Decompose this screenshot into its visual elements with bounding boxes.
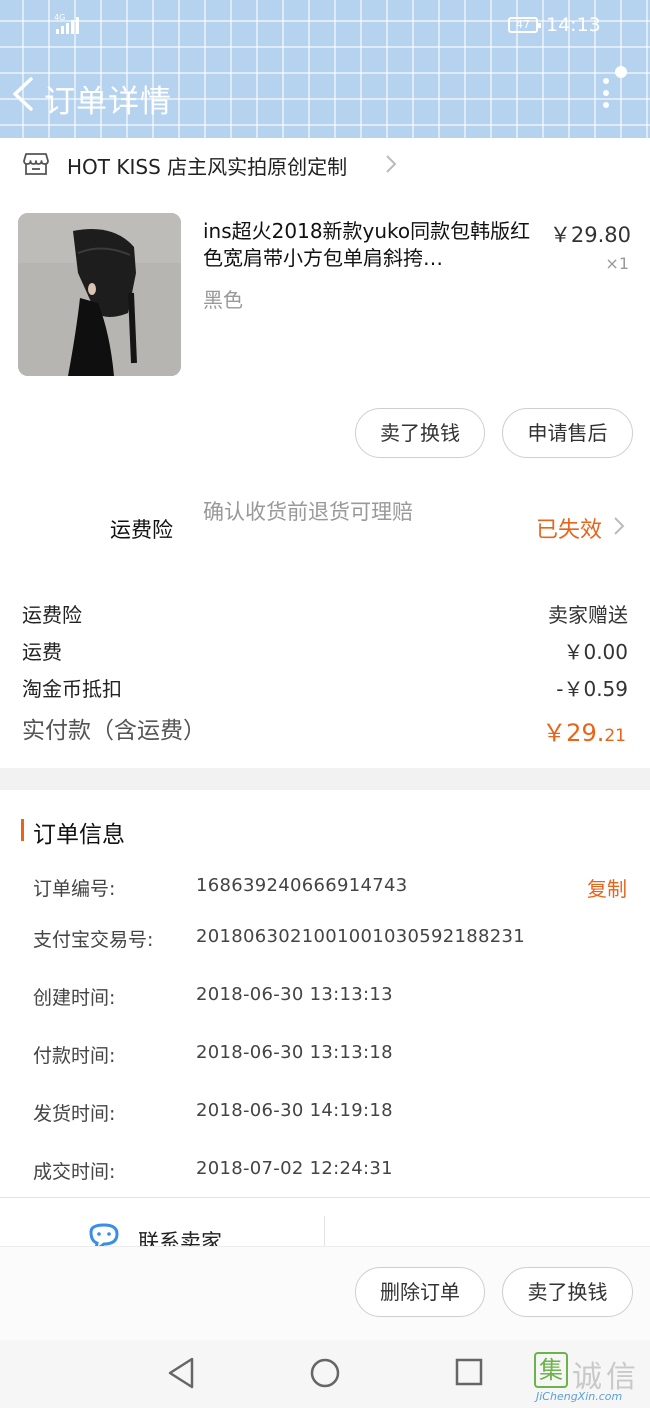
fee-value: -￥0.59	[556, 677, 628, 701]
fee-value: 卖家赠送	[548, 603, 628, 627]
product-sku: 黑色	[203, 288, 243, 312]
total-int: ￥29.	[542, 719, 605, 747]
delete-order-button[interactable]: 删除订单	[355, 1267, 485, 1317]
watermark-logo: 集 诚信 JiChengXin.com	[532, 1348, 648, 1404]
fee-row: 运费险 卖家赠送	[22, 599, 628, 629]
store-icon	[23, 153, 49, 175]
order-info-row: 发货时间: 2018-06-30 14:19:18	[33, 1099, 628, 1129]
shop-row[interactable]: HOT KISS 店主风实拍原创定制	[0, 138, 650, 190]
fee-row: 淘金币抵扣 -￥0.59	[22, 673, 628, 703]
fee-label: 运费险	[22, 603, 82, 627]
header-bar: 4G 47 14:13 订单详情	[0, 0, 650, 138]
system-nav-bar: 集 诚信 JiChengXin.com	[0, 1340, 650, 1408]
product-quantity: ×1	[605, 254, 629, 273]
apply-after-sale-button[interactable]: 申请售后	[502, 408, 633, 458]
info-key: 发货时间:	[33, 1103, 116, 1125]
shop-name: HOT KISS 店主风实拍原创定制	[67, 155, 348, 179]
bottom-action-bar: 删除订单 卖了换钱	[0, 1246, 650, 1340]
order-info-title: 订单信息	[33, 822, 125, 848]
chevron-right-icon	[386, 155, 397, 173]
info-key: 支付宝交易号:	[33, 929, 154, 951]
more-menu-icon[interactable]	[596, 64, 632, 114]
network-type: 4G	[54, 13, 66, 22]
order-info-row: 订单编号: 168639240666914743	[33, 874, 628, 904]
fee-value: ￥0.00	[563, 640, 628, 664]
watermark-glyph: 集	[534, 1352, 568, 1388]
order-info-row: 付款时间: 2018-06-30 13:13:18	[33, 1041, 628, 1071]
signal-icon: 4G	[54, 13, 79, 34]
info-value: 2018-06-30 13:13:13	[196, 984, 393, 1005]
shipping-insurance-status[interactable]: 已失效	[536, 512, 602, 544]
info-key: 成交时间:	[33, 1161, 116, 1183]
nav-back-icon[interactable]	[166, 1356, 196, 1390]
shipping-insurance-label: 运费险	[110, 518, 173, 542]
product-title[interactable]: ins超火2018新款yuko同款包韩版红色宽肩带小方包单肩斜挎…	[203, 218, 537, 272]
nav-home-icon[interactable]	[310, 1358, 340, 1388]
status-bar: 4G 47 14:13	[0, 10, 650, 40]
nav-recent-icon[interactable]	[455, 1358, 483, 1386]
fee-label: 运费	[22, 640, 62, 664]
divider	[0, 1197, 650, 1198]
fee-row: 运费 ￥0.00	[22, 636, 628, 666]
section-accent-bar	[21, 819, 24, 841]
total-decimal: 21	[604, 726, 626, 746]
info-value: 2018-06-30 13:13:18	[196, 1042, 393, 1063]
fee-label: 淘金币抵扣	[22, 677, 122, 701]
battery-level: 47	[516, 18, 530, 31]
total-paid-value: ￥29.21	[542, 713, 626, 748]
info-value: 2018063021001001030592188231	[196, 926, 526, 947]
info-value: 2018-07-02 12:24:31	[196, 1158, 393, 1179]
sell-for-cash-button[interactable]: 卖了换钱	[355, 408, 485, 458]
sell-for-cash-button[interactable]: 卖了换钱	[502, 1267, 633, 1317]
bag-photo	[18, 213, 181, 376]
battery-icon: 47	[508, 17, 541, 33]
info-value: 168639240666914743	[196, 875, 408, 896]
watermark-url: JiChengXin.com	[536, 1390, 623, 1403]
product-price: ￥29.80	[549, 223, 631, 247]
info-key: 订单编号:	[33, 878, 116, 900]
divider	[324, 1216, 325, 1246]
page-title: 订单详情	[44, 84, 172, 120]
info-value: 2018-06-30 14:19:18	[196, 1100, 393, 1121]
status-time: 14:13	[546, 14, 601, 36]
chevron-right-icon[interactable]	[613, 515, 626, 537]
info-key: 创建时间:	[33, 987, 116, 1009]
notification-dot-icon	[615, 66, 627, 78]
shipping-insurance-desc: 确认收货前退货可理赔	[203, 500, 413, 524]
section-separator	[0, 768, 650, 790]
product-image[interactable]	[18, 213, 181, 376]
info-key: 付款时间:	[33, 1045, 116, 1067]
order-info-row: 创建时间: 2018-06-30 13:13:13	[33, 983, 628, 1013]
order-info-row: 支付宝交易号: 2018063021001001030592188231	[33, 925, 628, 955]
total-paid-label: 实付款（含运费）	[22, 718, 206, 744]
back-arrow-icon[interactable]	[10, 76, 36, 112]
order-info-row: 成交时间: 2018-07-02 12:24:31	[33, 1157, 628, 1187]
